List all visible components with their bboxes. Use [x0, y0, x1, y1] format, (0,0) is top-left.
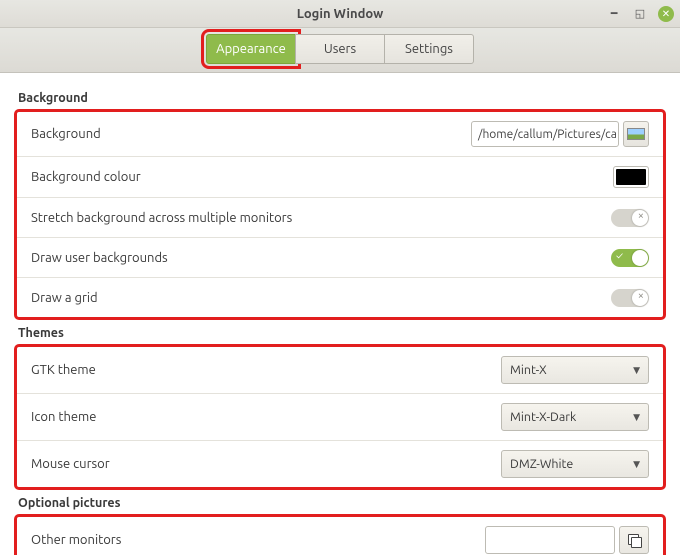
close-button[interactable]: ✕ [658, 6, 674, 22]
chevron-down-icon: ▼ [633, 365, 640, 376]
row-gtk-theme: GTK theme Mint-X ▼ [17, 347, 663, 393]
image-thumbnail-icon [627, 128, 645, 140]
input-background-path[interactable]: /home/callum/Pictures/ca [471, 121, 619, 147]
input-background-path-text: /home/callum/Pictures/ca [478, 128, 617, 141]
section-themes: GTK theme Mint-X ▼ Icon theme Mint-X-Dar… [16, 346, 664, 488]
colour-swatch-preview [616, 169, 646, 185]
switch-stretch-background[interactable] [611, 209, 649, 227]
button-background-browse[interactable] [623, 121, 649, 147]
window-titlebar: Login Window ━ ◱ ✕ [0, 0, 680, 28]
tab-settings-label: Settings [405, 42, 453, 56]
row-other-monitors: Other monitors [17, 517, 663, 555]
section-title-themes: Themes [18, 326, 662, 340]
window-controls: ━ ◱ ✕ [606, 0, 674, 27]
chevron-down-icon: ▼ [633, 459, 640, 470]
label-stretch-background: Stretch background across multiple monit… [31, 211, 611, 225]
window-title: Login Window [297, 7, 384, 21]
section-title-background: Background [18, 91, 662, 105]
section-title-optional-pictures: Optional pictures [18, 496, 662, 510]
row-draw-user-backgrounds: Draw user backgrounds [17, 237, 663, 277]
label-background-colour: Background colour [31, 170, 613, 184]
section-optional-pictures: Other monitors Bottom left [16, 516, 664, 555]
row-background-colour: Background colour [17, 156, 663, 197]
row-stretch-background: Stretch background across multiple monit… [17, 197, 663, 237]
row-background-image: Background /home/callum/Pictures/ca [17, 112, 663, 156]
label-icon-theme: Icon theme [31, 410, 501, 424]
switch-draw-user-backgrounds[interactable] [611, 249, 649, 267]
switch-draw-grid[interactable] [611, 289, 649, 307]
combo-icon-theme[interactable]: Mint-X-Dark ▼ [501, 403, 649, 431]
label-other-monitors: Other monitors [31, 533, 485, 547]
label-mouse-cursor: Mouse cursor [31, 457, 501, 471]
section-background: Background /home/callum/Pictures/ca Back… [16, 111, 664, 318]
tab-appearance[interactable]: Appearance [206, 34, 296, 64]
row-mouse-cursor: Mouse cursor DMZ-White ▼ [17, 440, 663, 487]
tab-appearance-label: Appearance [216, 42, 286, 56]
content-area: Background Background /home/callum/Pictu… [0, 73, 680, 555]
tab-users[interactable]: Users [295, 34, 385, 64]
combo-mouse-cursor-value: DMZ-White [510, 457, 573, 471]
tab-bar: Appearance Users Settings [0, 28, 680, 73]
label-background: Background [31, 127, 471, 141]
label-draw-grid: Draw a grid [31, 291, 611, 305]
maximize-button[interactable]: ◱ [632, 6, 648, 22]
tab-users-label: Users [324, 42, 356, 56]
button-background-colour[interactable] [613, 166, 649, 188]
browse-icon [628, 534, 640, 546]
combo-gtk-theme-value: Mint-X [510, 363, 547, 377]
label-draw-user-backgrounds: Draw user backgrounds [31, 251, 611, 265]
row-draw-grid: Draw a grid [17, 277, 663, 317]
tab-settings[interactable]: Settings [384, 34, 474, 64]
combo-gtk-theme[interactable]: Mint-X ▼ [501, 356, 649, 384]
minimize-button[interactable]: ━ [606, 6, 622, 22]
combo-mouse-cursor[interactable]: DMZ-White ▼ [501, 450, 649, 478]
label-gtk-theme: GTK theme [31, 363, 501, 377]
chevron-down-icon: ▼ [633, 412, 640, 423]
combo-icon-theme-value: Mint-X-Dark [510, 410, 576, 424]
button-other-monitors-browse[interactable] [619, 526, 649, 554]
row-icon-theme: Icon theme Mint-X-Dark ▼ [17, 393, 663, 440]
input-other-monitors[interactable] [485, 526, 615, 554]
